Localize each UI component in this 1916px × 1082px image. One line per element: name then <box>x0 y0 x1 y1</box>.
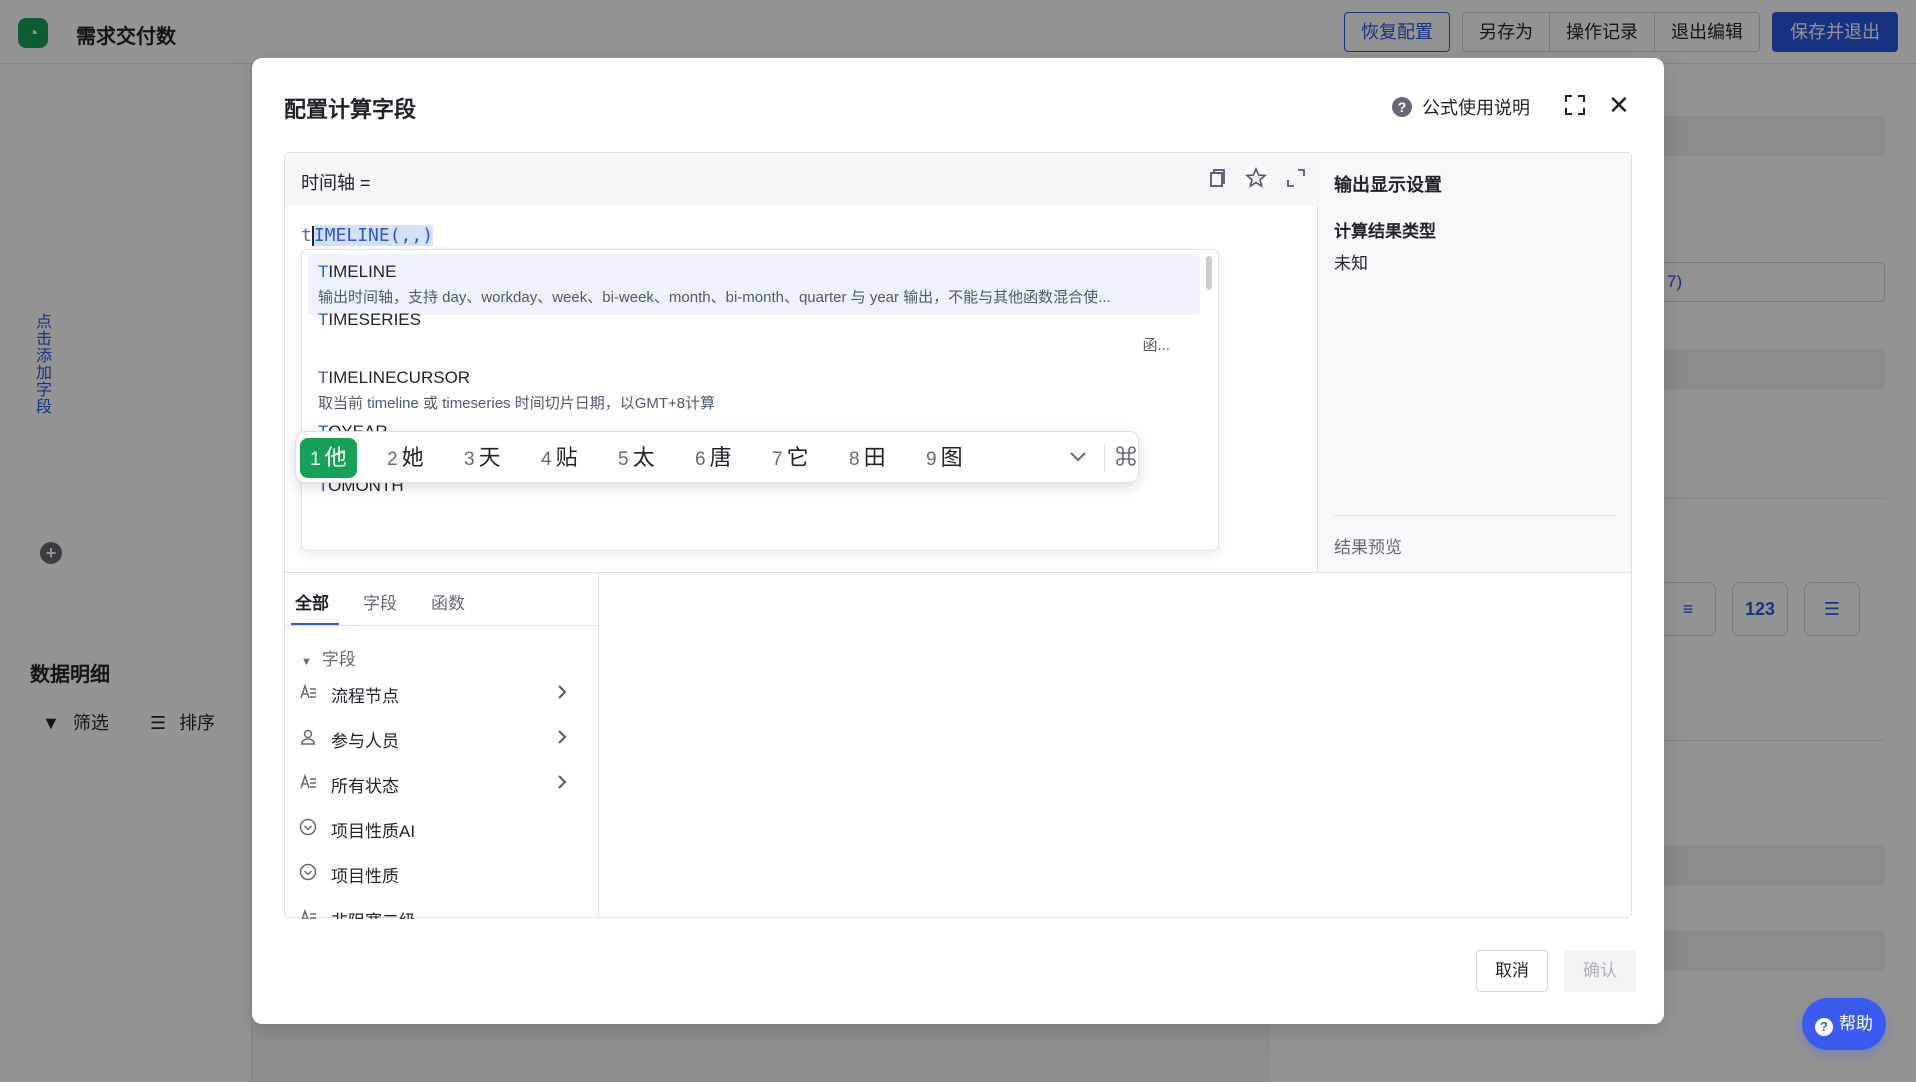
section-title: 字段 <box>321 650 356 669</box>
chevron-right-icon[interactable] <box>557 774 567 790</box>
field-label: 非阻塞二级 <box>331 907 416 919</box>
ime-candidate[interactable]: 5太 <box>608 438 665 478</box>
person-icon <box>299 728 317 746</box>
field-label: 所有状态 <box>331 777 399 796</box>
magic-format-icon[interactable] <box>1245 167 1267 189</box>
autocomplete-item[interactable]: TIMELINECURSOR 取当前 timeline 或 timeseries … <box>308 360 1200 421</box>
function-description: 函... <box>1142 337 1170 354</box>
formula-help-label: 公式使用说明 <box>1422 98 1530 118</box>
field-label: 项目性质 <box>331 867 399 886</box>
field-tree-item[interactable]: 流程节点 <box>299 675 581 711</box>
help-button[interactable]: ? 帮助 <box>1802 998 1886 1050</box>
autocomplete-scrollbar[interactable] <box>1206 256 1212 290</box>
field-name-label: 时间轴 = <box>301 173 371 193</box>
ime-divider <box>1104 444 1105 472</box>
formula-editor-area: 时间轴 = t IMELINE(,,) TIMELINE 输出时间轴，支持 day、… <box>284 152 1632 919</box>
function-description: 取当前 timeline 或 timeseries 时间切片日期，以GMT+8计… <box>318 395 716 412</box>
field-tree-item[interactable]: 项目性质AI <box>299 810 581 846</box>
ime-candidate[interactable]: 2她 <box>377 438 434 478</box>
field-tree-item[interactable]: 所有状态 <box>299 765 581 801</box>
result-preview-label: 结果预览 <box>1334 538 1402 557</box>
question-icon: ? <box>1392 97 1412 117</box>
field-tree-item[interactable]: 非阻塞二级 <box>299 900 581 919</box>
config-calc-field-dialog: 配置计算字段 ? 公式使用说明 ✕ 时间轴 = t IMELINE(,,) TI… <box>252 58 1664 1024</box>
field-label: 流程节点 <box>331 687 399 706</box>
output-divider <box>1334 515 1616 516</box>
output-settings-panel: 输出显示设置 计算结果类型 未知 结果预览 <box>1318 153 1631 573</box>
autocomplete-item[interactable]: TIMESERIES 函... <box>308 302 1200 363</box>
function-name: TIMELINECURSOR <box>318 368 471 387</box>
expand-icon[interactable] <box>1285 167 1307 189</box>
caret-down-icon: ▼ <box>301 656 312 668</box>
field-label: 参与人员 <box>331 732 399 751</box>
ime-candidate[interactable]: 1他 <box>300 438 357 478</box>
copy-icon[interactable] <box>1205 167 1227 189</box>
ime-candidate[interactable]: 3天 <box>454 438 511 478</box>
text-field-icon <box>299 683 317 701</box>
confirm-button[interactable]: 确认 <box>1564 950 1636 992</box>
ime-candidate-bar: 1他 2她 3天 4贴 5太 6唐 7它 8田 9图 <box>295 431 1139 483</box>
option-icon <box>299 863 317 881</box>
formula-prefix: t <box>301 225 312 246</box>
formula-help-link[interactable]: ? 公式使用说明 <box>1392 94 1530 120</box>
ime-candidate[interactable]: 6唐 <box>685 438 742 478</box>
chevron-down-icon[interactable] <box>1066 444 1090 468</box>
tab-divider <box>285 625 599 626</box>
result-type-label: 计算结果类型 <box>1334 222 1436 241</box>
option-icon <box>299 818 317 836</box>
dialog-title: 配置计算字段 <box>284 97 417 122</box>
command-icon[interactable] <box>1114 444 1138 468</box>
help-label: 帮助 <box>1839 1014 1873 1033</box>
formula-selected-text: IMELINE(,,) <box>313 225 434 246</box>
field-tree-item[interactable]: 参与人员 <box>299 720 581 756</box>
output-settings-title: 输出显示设置 <box>1334 175 1442 195</box>
chevron-right-icon[interactable] <box>557 729 567 745</box>
text-field-icon <box>299 908 317 919</box>
chevron-right-icon[interactable] <box>557 684 567 700</box>
fullscreen-icon[interactable] <box>1564 94 1586 116</box>
ime-candidate[interactable]: 4贴 <box>531 438 588 478</box>
ime-candidate[interactable]: 9图 <box>916 438 973 478</box>
field-label: 项目性质AI <box>331 822 416 841</box>
browser-clip: 全部 字段 函数 ▼ 字段 流程节点参与人员所有状态项目性质AI 项目性质非阻塞二级 <box>285 573 599 919</box>
text-field-icon <box>299 773 317 791</box>
function-name: TIMELINE <box>318 262 397 281</box>
close-icon[interactable]: ✕ <box>1608 92 1630 118</box>
tab-fields[interactable]: 字段 <box>363 589 397 614</box>
ime-candidate[interactable]: 8田 <box>839 438 896 478</box>
field-tree-item[interactable]: 项目性质 <box>299 855 581 891</box>
tab-functions[interactable]: 函数 <box>431 589 465 614</box>
formula-editor: 时间轴 = t IMELINE(,,) TIMELINE 输出时间轴，支持 day、… <box>285 153 1318 573</box>
editor-toolbar: 时间轴 = <box>285 153 1318 205</box>
ime-candidate[interactable]: 7它 <box>762 438 819 478</box>
question-icon: ? <box>1815 1018 1833 1036</box>
fields-section-header[interactable]: ▼ 字段 <box>301 645 356 670</box>
result-type-value: 未知 <box>1334 254 1368 273</box>
function-autocomplete-list: TIMELINE 输出时间轴，支持 day、workday、week、bi-wee… <box>301 249 1219 551</box>
field-function-browser: 全部 字段 函数 ▼ 字段 流程节点参与人员所有状态项目性质AI 项目性质非阻塞二级 <box>285 573 599 919</box>
tab-all[interactable]: 全部 <box>295 589 329 614</box>
cancel-button[interactable]: 取消 <box>1476 950 1548 992</box>
function-name: TIMESERIES <box>318 310 421 329</box>
formula-input[interactable]: t IMELINE(,,) <box>301 225 434 246</box>
